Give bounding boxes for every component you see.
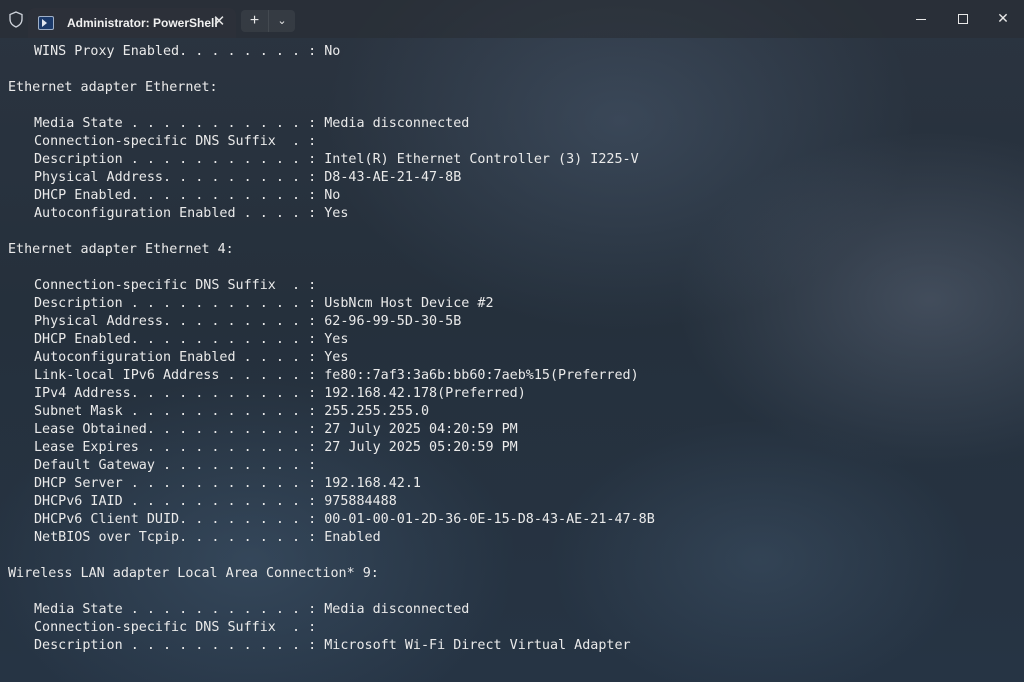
chevron-down-icon[interactable]: ⌄ [268,10,295,32]
terminal-line: Default Gateway . . . . . . . . . : [34,458,317,473]
terminal-line: Connection-specific DNS Suffix . : [34,620,317,635]
terminal-line: Link-local IPv6 Address . . . . . : fe80… [34,368,639,383]
terminal-line: Subnet Mask . . . . . . . . . . . : 255.… [34,404,430,419]
terminal-line: Description . . . . . . . . . . . : Micr… [34,638,631,653]
terminal-line: Autoconfiguration Enabled . . . . : Yes [34,206,349,221]
terminal-line: DHCP Enabled. . . . . . . . . . . : No [34,188,341,203]
terminal-line: DHCPv6 Client DUID. . . . . . . . : 00-0… [34,512,655,527]
new-tab-button[interactable]: + [241,10,268,32]
terminal-line: DHCP Server . . . . . . . . . . . : 192.… [34,476,421,491]
terminal-line: DHCP Enabled. . . . . . . . . . . : Yes [34,332,349,347]
terminal-line: IPv4 Address. . . . . . . . . . . : 192.… [34,386,526,401]
terminal-line: Connection-specific DNS Suffix . : [34,134,317,149]
terminal-line: Media State . . . . . . . . . . . : Medi… [34,116,470,131]
terminal-line: NetBIOS over Tcpip. . . . . . . . : Enab… [34,530,381,545]
maximize-button[interactable] [948,9,978,29]
terminal-line: DHCPv6 IAID . . . . . . . . . . . : 9758… [34,494,397,509]
terminal-line: Autoconfiguration Enabled . . . . : Yes [34,350,349,365]
terminal-line: Physical Address. . . . . . . . . : 62-9… [34,314,462,329]
terminal-output[interactable]: WINS Proxy Enabled. . . . . . . . : No E… [0,42,1024,682]
terminal-line: Wireless LAN adapter Local Area Connecti… [8,566,379,581]
minimize-icon [916,18,926,20]
new-tab-controls: + ⌄ [241,10,295,32]
terminal-line: Lease Obtained. . . . . . . . . . : 27 J… [34,422,518,437]
powershell-icon [38,16,54,30]
close-tab-icon[interactable]: ✕ [212,14,226,29]
shield-icon [9,11,23,28]
terminal-line: Description . . . . . . . . . . . : UsbN… [34,296,494,311]
minimize-button[interactable] [906,9,936,29]
powershell-window: Administrator: PowerShell ✕ + ⌄ ✕ WINS P… [0,0,1024,682]
tab-title: Administrator: PowerShell [67,16,218,30]
maximize-icon [958,14,968,25]
terminal-line: Ethernet adapter Ethernet: [8,80,218,95]
terminal-line: Ethernet adapter Ethernet 4: [8,242,234,257]
terminal-line: Description . . . . . . . . . . . : Inte… [34,152,639,167]
terminal-line: Physical Address. . . . . . . . . : D8-4… [34,170,462,185]
terminal-line: Lease Expires . . . . . . . . . . : 27 J… [34,440,518,455]
terminal-line: WINS Proxy Enabled. . . . . . . . : No [34,44,341,59]
close-button[interactable]: ✕ [988,9,1018,29]
terminal-line: Media State . . . . . . . . . . . : Medi… [34,602,470,617]
title-bar[interactable]: Administrator: PowerShell ✕ + ⌄ ✕ [0,0,1024,38]
tab-powershell[interactable]: Administrator: PowerShell ✕ [28,8,236,38]
terminal-line: Connection-specific DNS Suffix . : [34,278,317,293]
